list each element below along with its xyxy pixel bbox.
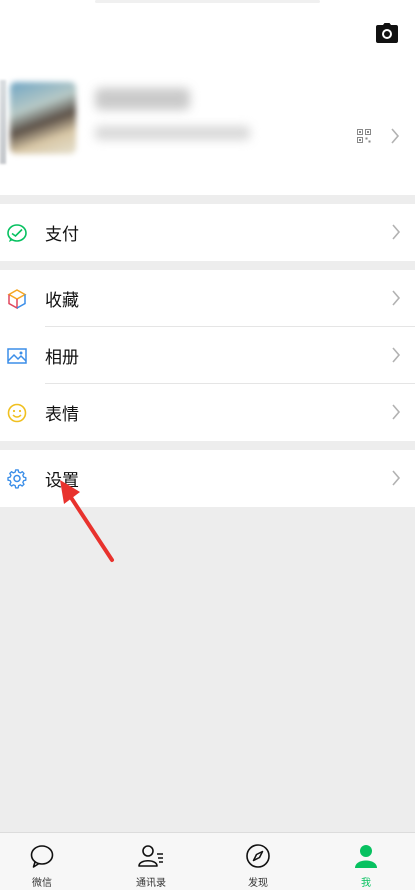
tab-chats[interactable]: 微信 <box>2 833 82 890</box>
wallet-check-icon <box>7 223 27 242</box>
compass-icon <box>246 844 270 868</box>
avatar-edge <box>0 80 6 164</box>
profile-name-blurred <box>95 88 190 110</box>
profile-id-blurred <box>95 126 250 140</box>
cube-icon <box>7 288 27 309</box>
tab-label: 我 <box>361 878 371 889</box>
photo-icon <box>7 347 27 364</box>
profile-header <box>0 0 415 195</box>
tab-label: 通讯录 <box>136 878 166 889</box>
menu-item-stickers[interactable]: 表情 <box>0 384 415 441</box>
tab-label: 发现 <box>248 878 268 889</box>
menu-item-label: 支付 <box>45 225 79 245</box>
chevron-right-icon <box>391 128 400 144</box>
tab-me[interactable]: 我 <box>326 833 406 890</box>
tab-discover[interactable]: 发现 <box>218 833 298 890</box>
chevron-right-icon <box>392 470 401 486</box>
profile-card[interactable] <box>0 70 415 170</box>
menu-item-label: 收藏 <box>45 291 79 311</box>
annotation-arrow-icon <box>60 480 114 562</box>
camera-icon[interactable] <box>375 22 399 44</box>
gear-icon <box>7 468 27 489</box>
tab-contacts[interactable]: 通讯录 <box>111 833 191 890</box>
pay-group: 支付 <box>0 204 415 261</box>
chevron-right-icon <box>392 224 401 240</box>
qr-code-icon[interactable] <box>357 129 371 143</box>
contacts-icon <box>138 845 163 867</box>
status-bar-remnant <box>95 0 320 3</box>
tab-label: 微信 <box>32 878 52 889</box>
chevron-right-icon <box>392 347 401 363</box>
avatar[interactable] <box>10 82 76 154</box>
chevron-right-icon <box>392 404 401 420</box>
menu-item-pay[interactable]: 支付 <box>0 204 415 261</box>
person-icon <box>355 845 377 868</box>
menu-item-album[interactable]: 相册 <box>0 327 415 384</box>
menu-item-favorites[interactable]: 收藏 <box>0 270 415 327</box>
content-group: 收藏 相册 表情 <box>0 270 415 441</box>
menu-item-label: 表情 <box>45 405 79 425</box>
chevron-right-icon <box>392 290 401 306</box>
smiley-icon <box>7 403 27 422</box>
tab-bar: 微信 通讯录 发现 我 <box>0 832 415 890</box>
chat-bubble-icon <box>30 845 54 868</box>
menu-item-label: 相册 <box>45 348 79 368</box>
